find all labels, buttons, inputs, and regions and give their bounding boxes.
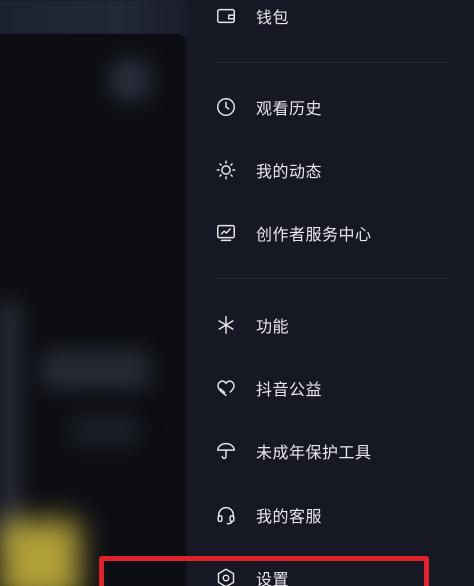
menu-divider xyxy=(214,278,448,279)
background-blur xyxy=(0,300,20,550)
menu-item-activity[interactable]: 我的动态 xyxy=(214,152,444,188)
menu-item-label: 钱包 xyxy=(256,8,290,27)
heart-icon xyxy=(214,376,238,400)
menu-divider xyxy=(214,62,448,63)
side-drawer-menu: 钱包 观看历史 我的动态 创作者服务中心 功能 抖音公益 未成年保护工具 我的客… xyxy=(188,0,474,586)
sparkle-icon xyxy=(214,313,238,337)
clock-icon xyxy=(214,95,238,119)
background-blur xyxy=(70,415,140,445)
chart-monitor-icon xyxy=(214,221,238,245)
menu-item-label: 创作者服务中心 xyxy=(256,225,372,244)
menu-item-features[interactable]: 功能 xyxy=(214,307,444,343)
menu-item-customer-service[interactable]: 我的客服 xyxy=(214,497,444,533)
headset-icon xyxy=(214,503,238,527)
background-card xyxy=(0,34,186,586)
menu-item-label: 未成年保护工具 xyxy=(256,443,372,462)
screen: 钱包 观看历史 我的动态 创作者服务中心 功能 抖音公益 未成年保护工具 我的客… xyxy=(0,0,474,586)
menu-item-label: 我的客服 xyxy=(256,507,323,526)
menu-item-label: 抖音公益 xyxy=(256,380,323,399)
menu-item-creator-center[interactable]: 创作者服务中心 xyxy=(214,215,444,251)
background-blur xyxy=(110,60,150,100)
menu-item-history[interactable]: 观看历史 xyxy=(214,89,444,125)
sun-icon xyxy=(214,158,238,182)
menu-item-wallet[interactable]: 钱包 xyxy=(214,0,444,34)
menu-item-label: 观看历史 xyxy=(256,99,323,118)
menu-item-label: 功能 xyxy=(256,317,290,336)
background-blur xyxy=(0,520,80,586)
background-blur xyxy=(40,350,150,390)
menu-item-charity[interactable]: 抖音公益 xyxy=(214,370,444,406)
umbrella-icon xyxy=(214,439,238,463)
menu-item-minor-protection[interactable]: 未成年保护工具 xyxy=(214,433,444,469)
settings-highlight-box xyxy=(99,556,429,586)
menu-item-label: 我的动态 xyxy=(256,162,323,181)
background-blur xyxy=(0,0,190,34)
background-app-overlay[interactable] xyxy=(0,0,190,586)
wallet-icon xyxy=(214,4,238,28)
